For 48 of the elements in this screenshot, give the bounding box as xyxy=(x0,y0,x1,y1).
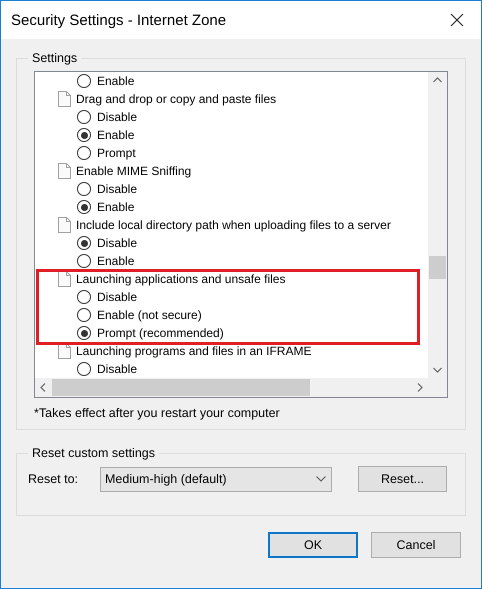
radio-button[interactable] xyxy=(77,128,91,142)
option-label: Enable xyxy=(97,74,134,88)
group-title: Settings xyxy=(31,51,78,65)
reset-button[interactable]: Reset... xyxy=(358,466,447,492)
dialog-button[interactable]: Cancel xyxy=(371,532,461,558)
field-label: Reset to: xyxy=(28,472,80,486)
document-icon xyxy=(58,163,71,179)
radio-button[interactable] xyxy=(77,236,91,250)
scroll-thumb[interactable] xyxy=(429,256,446,279)
option-label: Disable xyxy=(97,290,138,304)
radio-button[interactable] xyxy=(77,362,91,376)
vertical-scrollbar[interactable] xyxy=(428,72,447,378)
setting-label: Drag and drop or copy and paste files xyxy=(76,92,276,106)
radio-button[interactable] xyxy=(77,146,91,160)
setting-label: Enable MIME Sniffing xyxy=(76,164,192,178)
radio-button[interactable] xyxy=(77,182,91,196)
option-label: Enable xyxy=(97,254,134,268)
setting-label: Launching applications and unsafe files xyxy=(76,272,286,286)
option-label: Enable xyxy=(97,128,134,142)
radio-button[interactable] xyxy=(77,254,91,268)
horizontal-scrollbar[interactable] xyxy=(35,378,428,397)
window-title: Security Settings - Internet Zone xyxy=(11,12,226,28)
footnote: *Takes effect after you restart your computer xyxy=(34,405,281,422)
reset-dropdown[interactable]: Medium-high (default) xyxy=(100,466,332,492)
group-title: Reset custom settings xyxy=(31,446,156,460)
option-label: Disable xyxy=(97,110,138,124)
setting-label: Launching programs and files in an IFRAME xyxy=(76,344,312,358)
radio-button[interactable] xyxy=(77,308,91,322)
option-label: Prompt (recommended) xyxy=(97,326,224,340)
radio-button[interactable] xyxy=(77,326,91,340)
close-icon xyxy=(450,13,464,27)
option-label: Enable xyxy=(97,200,134,214)
option-label: Enable (not secure) xyxy=(97,308,202,322)
option-label: Disable xyxy=(97,362,138,376)
document-icon xyxy=(58,217,71,233)
document-icon xyxy=(58,91,71,107)
radio-button[interactable] xyxy=(77,200,91,214)
settings-list[interactable] xyxy=(34,71,448,398)
document-icon xyxy=(58,271,71,287)
radio-button[interactable] xyxy=(77,110,91,124)
scroll-thumb[interactable] xyxy=(52,379,310,396)
option-label: Disable xyxy=(97,236,138,250)
radio-button[interactable] xyxy=(77,290,91,304)
option-label: Prompt xyxy=(97,146,136,160)
radio-button[interactable] xyxy=(77,74,91,88)
setting-label: Include local directory path when uploading files to a server xyxy=(76,218,391,232)
dialog-button[interactable]: OK xyxy=(268,532,358,558)
option-label: Disable xyxy=(97,182,138,196)
